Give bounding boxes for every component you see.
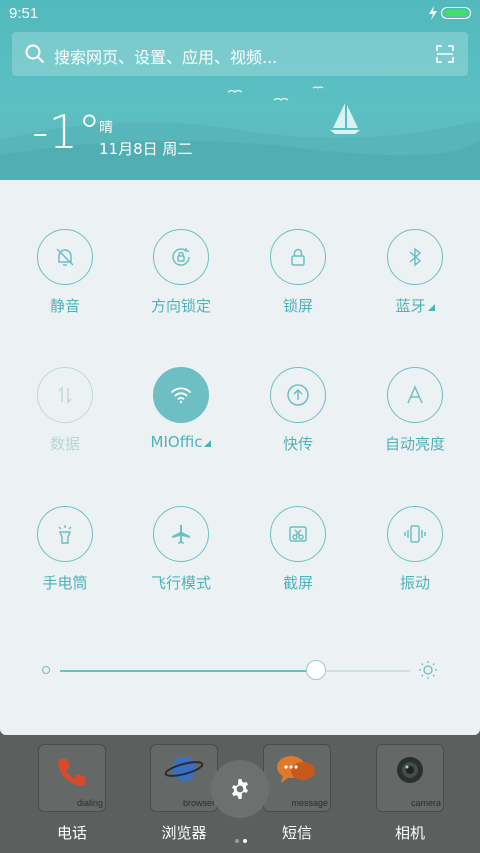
browser-icon: browser [150,744,218,812]
search-bar[interactable]: 搜索网页、设置、应用、视频... [12,32,468,76]
toggle-flashlight[interactable]: 手电筒 [10,506,120,593]
camera-icon: camera [376,744,444,812]
gear-icon [232,779,248,799]
page-dot-active [243,839,247,843]
weather-temperature[interactable]: -1° [32,105,101,159]
quick-settings-panel: 静音 方向锁定 锁屏 蓝牙 数据 MIOffic 快传 自动亮度 手电筒 飞行模… [0,180,480,735]
brightness-low-icon [42,666,50,674]
brightness-slider[interactable] [40,660,440,680]
toggle-screenshot-label: 截屏 [282,574,313,592]
vibrate-icon [387,506,443,562]
browser-icon-caption: browser [182,798,215,808]
toggle-rotation-lock-label: 方向锁定 [150,297,211,315]
bluetooth-icon [387,229,443,285]
menu-caret-icon[interactable] [204,440,212,447]
toggle-rotation-lock[interactable]: 方向锁定 [126,229,236,316]
menu-caret-icon[interactable] [427,304,435,311]
brightness-thumb[interactable] [306,660,326,680]
app-browser-label: 浏览器 [161,824,207,842]
toggle-mobile-data[interactable]: 数据 [10,367,120,454]
toggle-airplane-mode-label: 飞行模式 [150,574,211,592]
status-time: 9:51 [9,5,39,22]
message-icon: message [263,744,331,812]
toggle-bluetooth[interactable]: 蓝牙 [360,229,470,316]
weather-date: 11月8日 周二 [99,140,193,158]
phone-icon-caption: dialing [76,798,103,808]
settings-button[interactable] [211,760,269,818]
message-icon-caption: message [291,798,328,808]
upload-icon [270,367,326,423]
charging-icon [429,6,437,20]
page-dot [235,839,239,843]
flashlight-icon [37,506,93,562]
toggle-flashlight-label: 手电筒 [42,574,88,592]
brightness-fill [60,670,316,672]
toggle-bluetooth-label: 蓝牙 [395,297,426,315]
app-phone-label: 电话 [56,824,87,842]
app-phone[interactable]: dialing 电话 [22,735,122,843]
toggle-wifi-label-row: MIOffic [126,433,236,451]
airplane-icon [153,506,209,562]
bell-off-icon [37,229,93,285]
toggle-auto-brightness-label: 自动亮度 [384,435,445,453]
toggle-vibrate[interactable]: 振动 [360,506,470,593]
brightness-track[interactable] [60,660,410,680]
rotation-lock-icon [153,229,209,285]
toggle-auto-brightness[interactable]: 自动亮度 [360,367,470,454]
battery-icon [441,7,471,19]
toggle-lock-screen[interactable]: 锁屏 [243,229,353,316]
lock-icon [270,229,326,285]
toggle-screenshot[interactable]: 截屏 [243,506,353,593]
toggle-silent[interactable]: 静音 [10,229,120,316]
notification-header: 9:51 搜索网页、设置、应用、视频... -1° 晴 11月8日 周二 [0,0,480,180]
toggle-vibrate-label: 振动 [399,574,430,592]
toggle-quick-transfer-label: 快传 [282,435,313,453]
weather-condition: 晴 [99,120,113,136]
wifi-icon [153,367,209,423]
toggle-wifi-label: MIOffic [150,433,203,451]
phone-icon: dialing [38,744,106,812]
brightness-high-icon [419,661,437,679]
toggle-airplane-mode[interactable]: 飞行模式 [126,506,236,593]
toggle-bluetooth-label-row: 蓝牙 [360,295,470,316]
search-placeholder: 搜索网页、设置、应用、视频... [54,48,278,67]
auto-brightness-icon [387,367,443,423]
toggle-lock-screen-label: 锁屏 [282,297,313,315]
scan-icon[interactable] [436,45,454,63]
toggle-quick-transfer[interactable]: 快传 [243,367,353,454]
app-messages-label: 短信 [281,824,312,842]
search-icon [25,44,44,63]
camera-icon-caption: camera [410,798,441,808]
app-camera[interactable]: camera 相机 [360,735,460,843]
mobile-data-icon [37,367,93,423]
page-indicator [233,828,249,847]
toggle-mobile-data-label: 数据 [49,435,80,453]
toggle-wifi[interactable]: MIOffic [126,367,236,451]
app-camera-label: 相机 [394,824,425,842]
screenshot-icon [270,506,326,562]
status-bar: 9:51 [0,0,480,28]
toggle-silent-label: 静音 [49,297,80,315]
